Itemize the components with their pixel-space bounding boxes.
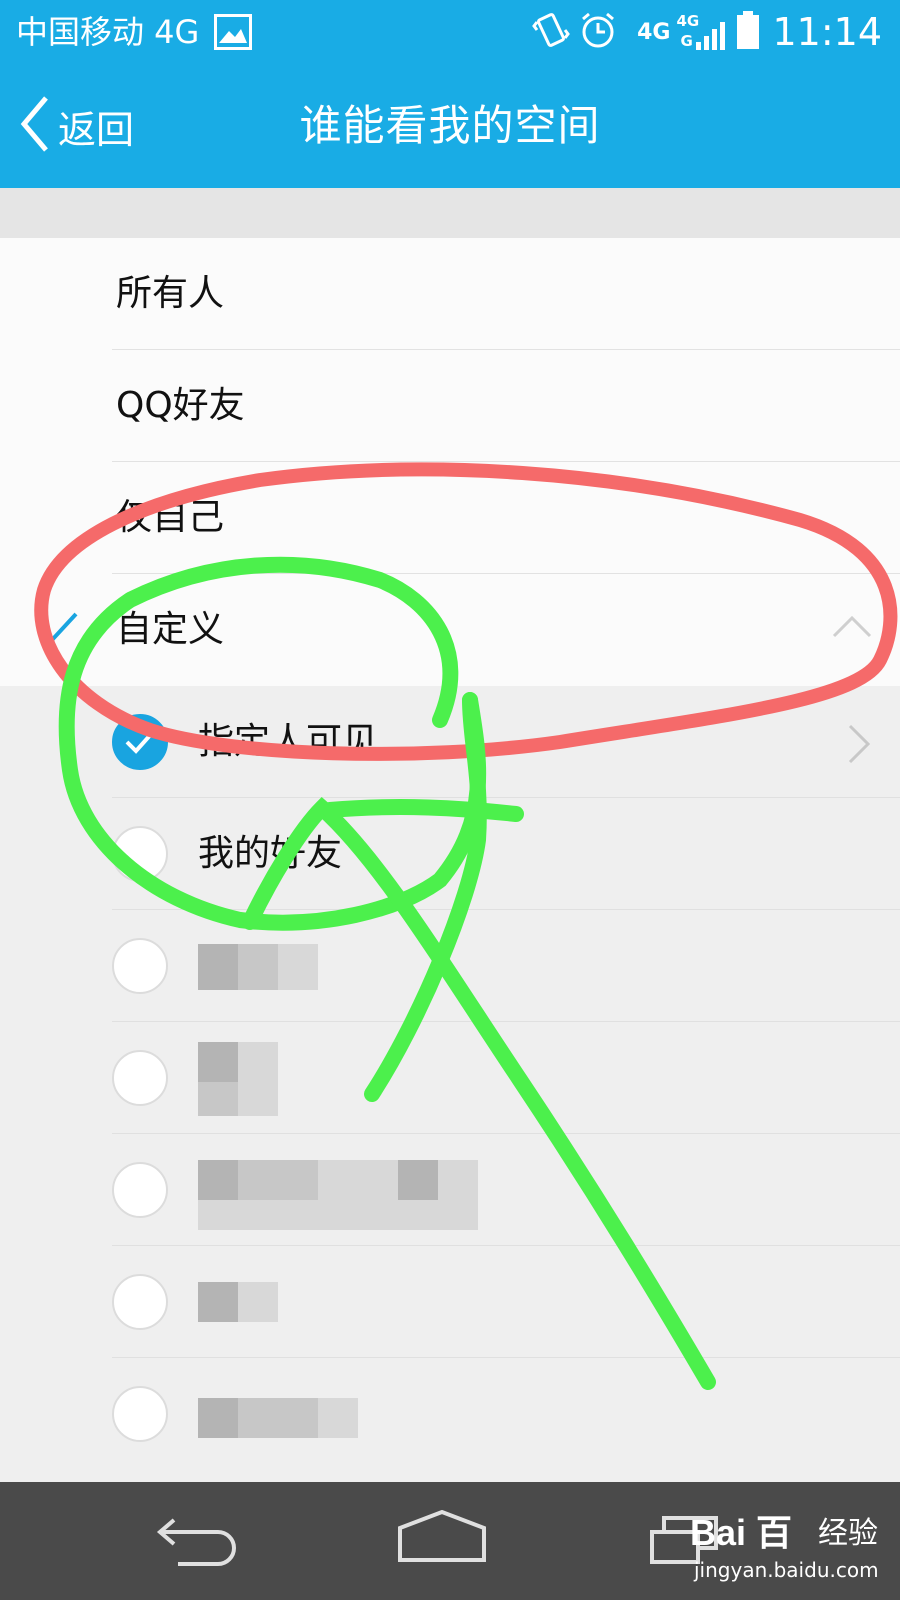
watermark-brand: 经验 xyxy=(818,1516,878,1551)
custom-option-friends[interactable]: 我的好友 xyxy=(0,798,900,910)
network-type-label: 4G xyxy=(637,19,671,45)
section-gap xyxy=(0,188,900,238)
blurred-label xyxy=(318,1160,398,1200)
custom-option-group[interactable] xyxy=(0,910,900,1022)
chevron-right-icon[interactable] xyxy=(846,724,871,768)
blurred-label xyxy=(198,944,238,990)
radio-unchecked[interactable] xyxy=(112,1386,168,1442)
radio-checked[interactable] xyxy=(112,714,168,770)
blurred-label xyxy=(398,1160,438,1200)
custom-option-group[interactable] xyxy=(0,1246,900,1358)
custom-option-label: 指定人可见 xyxy=(198,721,379,762)
radio-unchecked[interactable] xyxy=(112,826,168,882)
option-everyone[interactable]: 所有人 xyxy=(0,238,900,350)
clock: 11:14 xyxy=(772,10,882,54)
battery-icon xyxy=(736,10,760,54)
custom-option-group[interactable] xyxy=(0,1022,900,1134)
radio-unchecked[interactable] xyxy=(112,1274,168,1330)
title-bar: 返回 谁能看我的空间 xyxy=(0,64,900,188)
custom-option-group[interactable] xyxy=(0,1358,900,1482)
blurred-label xyxy=(238,1282,278,1322)
blurred-label xyxy=(198,1042,238,1082)
option-label: 仅自己 xyxy=(116,497,225,538)
blurred-label xyxy=(198,1160,238,1200)
watermark-logo: Bai 百 xyxy=(690,1512,793,1553)
radio-unchecked[interactable] xyxy=(112,1050,168,1106)
check-icon xyxy=(36,610,80,650)
radio-unchecked[interactable] xyxy=(112,938,168,994)
blurred-label xyxy=(318,1398,358,1438)
network-type-sub-label: G xyxy=(680,32,693,50)
image-icon xyxy=(214,14,252,50)
custom-option-specified[interactable]: 指定人可见 xyxy=(0,686,900,798)
blurred-label xyxy=(238,1082,278,1116)
blurred-label xyxy=(198,1200,478,1230)
chevron-up-icon[interactable] xyxy=(832,614,872,642)
carrier-label: 中国移动 4G xyxy=(16,13,200,51)
blurred-label xyxy=(238,944,278,990)
option-label: QQ好友 xyxy=(116,385,245,426)
signal-icon: 4G G xyxy=(676,12,726,52)
custom-option-group[interactable] xyxy=(0,1134,900,1246)
option-custom[interactable]: 自定义 xyxy=(0,574,900,686)
alarm-icon xyxy=(577,9,619,55)
blurred-label xyxy=(438,1160,478,1200)
back-icon[interactable] xyxy=(156,1510,240,1572)
blurred-label xyxy=(238,1160,318,1200)
option-label: 所有人 xyxy=(116,273,225,314)
vibrate-icon xyxy=(531,10,571,54)
option-only-me[interactable]: 仅自己 xyxy=(0,462,900,574)
blurred-label xyxy=(238,1398,318,1438)
watermark-url: jingyan.baidu.com xyxy=(694,1558,879,1582)
status-bar: 中国移动 4G 4G 4G G 11:14 xyxy=(0,0,900,64)
baidu-jingyan-watermark: Bai 百 经验 jingyan.baidu.com xyxy=(690,1498,890,1590)
home-icon[interactable] xyxy=(396,1509,488,1566)
blurred-label xyxy=(238,1042,278,1082)
blurred-label xyxy=(198,1398,238,1438)
page-title: 谁能看我的空间 xyxy=(299,101,601,150)
option-qq-friends[interactable]: QQ好友 xyxy=(0,350,900,462)
option-label: 自定义 xyxy=(116,609,225,650)
custom-option-label: 我的好友 xyxy=(198,833,343,874)
blurred-label xyxy=(278,944,318,990)
radio-unchecked[interactable] xyxy=(112,1162,168,1218)
blurred-label xyxy=(198,1082,238,1116)
blurred-label xyxy=(198,1282,238,1322)
